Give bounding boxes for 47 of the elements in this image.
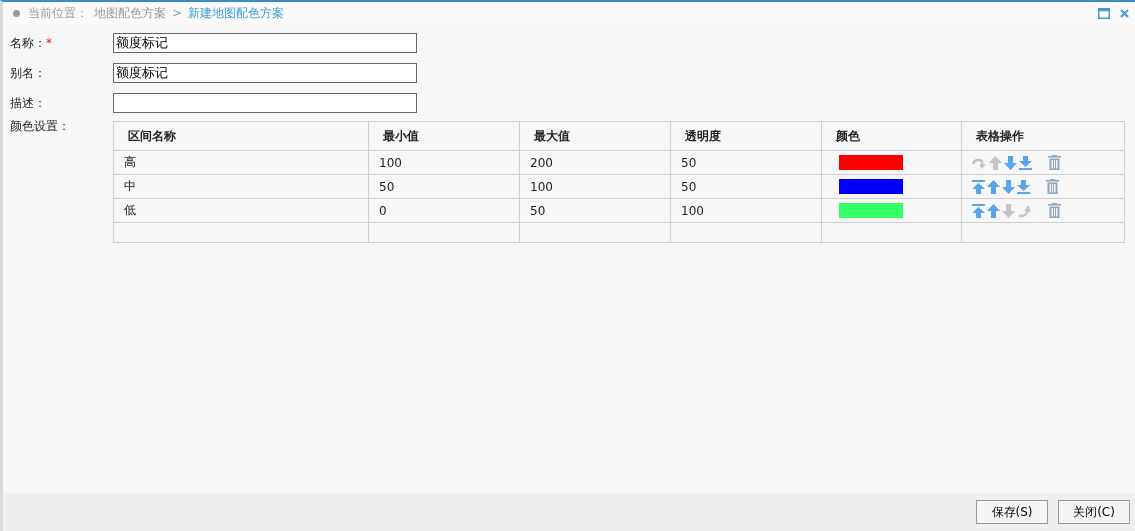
arrow-down-icon[interactable]	[1004, 155, 1017, 170]
table-cell: 100	[368, 150, 520, 175]
trash-icon[interactable]	[1048, 203, 1061, 218]
color-swatch[interactable]	[839, 203, 903, 218]
maximize-icon[interactable]	[1098, 7, 1110, 19]
move-top-icon[interactable]	[972, 203, 985, 218]
table-cell: 50	[368, 174, 520, 199]
dialog-button[interactable]: 保存(S)	[976, 500, 1048, 524]
move-top-icon[interactable]	[972, 179, 985, 194]
table-cell: 100	[670, 198, 822, 223]
trash-icon[interactable]	[1048, 155, 1061, 170]
move-bottom-icon[interactable]	[1019, 155, 1032, 170]
table-cell: 200	[519, 150, 671, 175]
column-header: 透明度	[670, 121, 822, 151]
table-cell: 50	[519, 198, 671, 223]
trash-icon[interactable]	[1046, 179, 1059, 194]
color-swatch[interactable]	[839, 179, 903, 194]
breadcrumb-label: 当前位置：	[28, 4, 88, 22]
arrow-up-icon[interactable]	[987, 179, 1000, 194]
arrow-down-icon[interactable]	[1002, 179, 1015, 194]
text-field[interactable]: 额度标记	[113, 33, 417, 53]
required-mark: *	[46, 35, 52, 50]
close-icon[interactable]	[1120, 8, 1129, 18]
table-cell: 低	[113, 198, 369, 223]
field-label: 别名：	[10, 65, 46, 80]
color-swatch[interactable]	[839, 155, 903, 170]
column-header: 最小值	[368, 121, 520, 151]
move-bottom-icon[interactable]	[1017, 179, 1030, 194]
arrow-up-icon[interactable]	[987, 203, 1000, 218]
column-header: 区间名称	[113, 121, 369, 151]
dialog-button[interactable]: 关闭(C)	[1058, 500, 1130, 524]
field-label: 描述：	[10, 95, 46, 110]
column-header: 最大值	[519, 121, 671, 151]
table-cell: 高	[113, 150, 369, 175]
bullet-icon	[13, 9, 20, 17]
breadcrumb-separator: >	[172, 6, 183, 20]
text-field[interactable]: 额度标记	[113, 63, 417, 83]
column-header: 颜色	[821, 121, 962, 151]
field-label: 名称：	[10, 35, 46, 50]
table-cell: 0	[368, 198, 520, 223]
field-label: 颜色设置：	[10, 119, 70, 133]
table-cell: 50	[670, 150, 822, 175]
table-cell: 100	[519, 174, 671, 199]
column-header: 表格操作	[961, 121, 1125, 151]
table-cell: 中	[113, 174, 369, 199]
text-field[interactable]	[113, 93, 417, 113]
table-cell: 50	[670, 174, 822, 199]
